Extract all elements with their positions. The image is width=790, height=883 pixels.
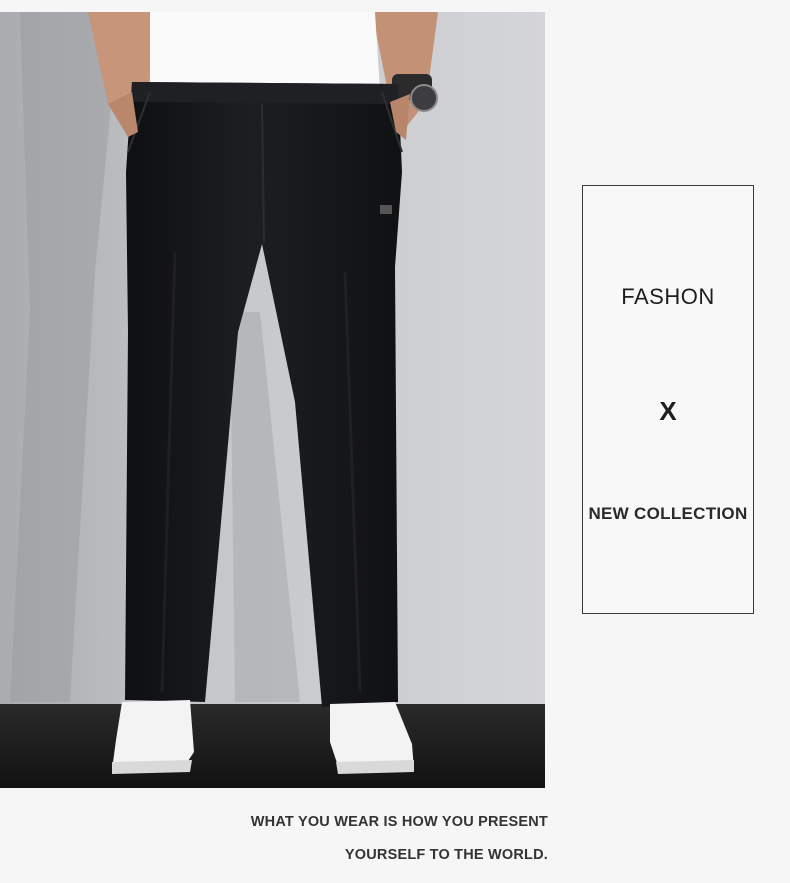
label-tab [380,205,392,214]
tagline-line-2: YOURSELF TO THE WORLD. [344,847,548,863]
waistband [131,82,399,104]
left-sneaker-sole [112,760,192,774]
caption-box: FASHON X NEW COLLECTION [582,185,754,614]
watch-face [410,84,438,112]
caption-word-new-collection: NEW COLLECTION [588,504,748,523]
caption-separator: X [659,396,677,426]
white-shirt [150,12,380,92]
right-sneaker-sole [336,760,414,774]
model-wearing-black-pants-illustration [0,12,545,788]
tagline-line-1: WHAT YOU WEAR IS HOW YOU PRESENT [250,814,548,830]
studio-floor [0,704,545,788]
caption-word-fashon: FASHON [621,284,715,309]
product-photo [0,12,545,788]
left-sneaker [112,700,194,770]
